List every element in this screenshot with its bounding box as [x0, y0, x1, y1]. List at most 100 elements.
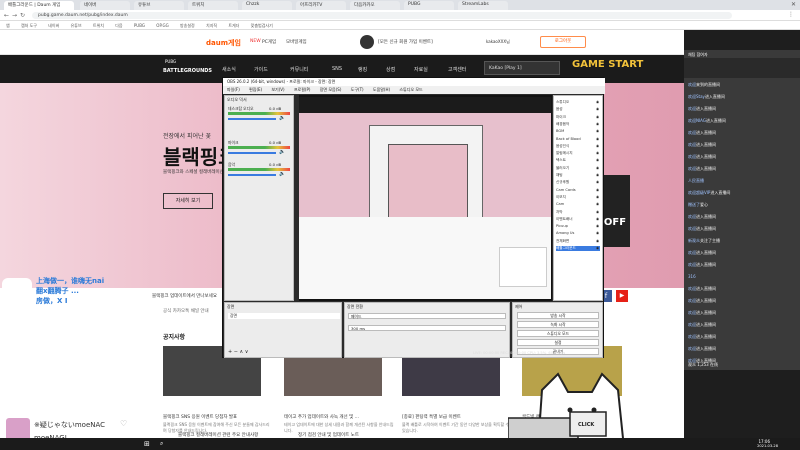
browser-tab[interactable]: 네이버 — [80, 1, 130, 10]
forward-arrow-icon[interactable]: → — [12, 12, 17, 19]
visibility-eye-icon[interactable]: ◉ — [596, 239, 599, 243]
visibility-eye-icon[interactable]: ◉ — [596, 231, 599, 235]
start-streaming-button[interactable]: 방송 시작 — [517, 312, 599, 319]
search-icon[interactable]: ⌕ — [160, 440, 163, 448]
notice-strip-text2[interactable]: 공식 카카오톡 채널 안내 — [163, 308, 209, 314]
chat-username[interactable]: 欢迎 — [688, 214, 696, 219]
visibility-eye-icon[interactable]: ◉ — [596, 202, 599, 206]
source-item[interactable]: 채팅 — [556, 173, 563, 178]
daum-logo[interactable]: daum게임 — [206, 38, 241, 48]
chat-username[interactable]: 欢迎 — [688, 298, 696, 303]
bookmark-item[interactable]: 트게더 — [228, 23, 239, 28]
settings-button[interactable]: 설정 — [517, 339, 599, 346]
notice-card-title[interactable]: [종료] 펀팅력 특별 보급 이벤트 — [402, 414, 512, 420]
source-item[interactable]: 블러오기 — [556, 166, 569, 171]
chat-username[interactable]: 欢迎 — [688, 154, 696, 159]
browser-tab-active[interactable]: 배틀그라운드 | Daum 게임 — [4, 1, 74, 10]
browser-tab[interactable]: Chzzk — [242, 1, 292, 10]
chat-username[interactable]: 欢迎 — [688, 310, 696, 315]
source-item[interactable]: Cam — [556, 202, 564, 206]
back-arrow-icon[interactable]: ← — [4, 12, 9, 19]
bookmark-item[interactable]: 캡처 도구 — [21, 23, 37, 28]
visibility-eye-icon[interactable]: ◉ — [596, 210, 599, 214]
chat-username[interactable]: 赠送了 — [688, 202, 700, 207]
visibility-eye-icon[interactable]: ◉ — [596, 137, 599, 141]
header-link-pc[interactable]: PC게임 — [262, 39, 276, 45]
browser-tab[interactable]: PUBG — [404, 1, 454, 10]
visibility-eye-icon[interactable]: ◉ — [596, 224, 599, 228]
bookmark-item[interactable]: 유튜브 — [71, 23, 82, 28]
notice-card-title[interactable]: 블랙핑크 SNS 응원 이벤트 당첨자 발표 — [163, 414, 273, 420]
visibility-eye-icon[interactable]: ◉ — [596, 195, 599, 199]
source-item[interactable]: 자막 — [556, 210, 563, 215]
start-recording-button[interactable]: 녹화 시작 — [517, 321, 599, 328]
url-input[interactable]: pubg.game.daum.net/pubg/index.daum — [32, 12, 732, 19]
obs-preview[interactable] — [299, 95, 552, 301]
chat-username[interactable]: 欢迎 — [688, 334, 696, 339]
source-item[interactable]: 마이크 — [556, 115, 566, 120]
volume-slider[interactable] — [228, 118, 276, 120]
source-item[interactable]: Back of Blood — [556, 137, 581, 141]
visibility-eye-icon[interactable]: ◉ — [596, 144, 599, 148]
hero-detail-button[interactable]: 자세히 보기 — [163, 193, 213, 209]
chat-username[interactable]: 欢迎 — [688, 346, 696, 351]
game-logo[interactable]: BATTLEGROUNDS — [163, 68, 212, 74]
chat-username[interactable]: 欢迎 — [688, 166, 696, 171]
volume-slider[interactable] — [228, 152, 276, 154]
chat-username[interactable]: 新观众 — [688, 238, 700, 243]
obs-menu-item[interactable]: 편집(E) — [249, 87, 262, 92]
obs-menu-item[interactable]: 도구(T) — [351, 87, 364, 92]
chat-username[interactable]: 316 — [688, 274, 696, 279]
promo-text[interactable]: [모든 신규 회원 가입 이벤트] — [378, 39, 433, 45]
source-item[interactable]: 스튜디오 — [556, 100, 569, 105]
nav-community[interactable]: 커뮤니티 — [290, 66, 308, 73]
obs-menu-item[interactable]: 파일(F) — [227, 87, 240, 92]
source-item[interactable]: 이모지 — [556, 195, 566, 200]
scene-item[interactable]: 장면 — [228, 313, 340, 319]
chat-username[interactable]: 人民直播 — [688, 178, 704, 183]
obs-menu-item[interactable]: 스튜디오 모드 — [399, 87, 422, 92]
windows-start-icon[interactable]: ⊞ — [144, 440, 150, 448]
source-item[interactable]: 신규후원 — [556, 180, 569, 185]
nav-news[interactable]: 새소식 — [222, 66, 236, 73]
youtube-icon[interactable]: ▶ — [616, 290, 628, 302]
source-item[interactable]: Picuup — [556, 224, 568, 228]
visibility-eye-icon[interactable]: ◉ — [596, 217, 599, 221]
visibility-eye-icon[interactable]: ◉ — [596, 107, 599, 111]
obs-menu-item[interactable]: 장면 모음(S) — [320, 87, 342, 92]
chat-username[interactable]: 欢迎Stay — [688, 94, 705, 99]
chat-username[interactable]: 欢迎 — [688, 322, 696, 327]
bookmark-item[interactable]: 치지직 — [206, 23, 217, 28]
chat-username[interactable]: 欢迎NIAG — [688, 118, 706, 123]
chat-username[interactable]: 欢迎 — [688, 130, 696, 135]
hero-offer-badge[interactable]: OFF — [600, 175, 630, 247]
logout-button[interactable]: 로그아웃 — [540, 36, 586, 48]
game-start-button[interactable]: GAME START — [572, 59, 643, 70]
source-item[interactable]: 이벤트배너 — [556, 217, 573, 222]
bookmark-item[interactable]: 앱 — [6, 23, 10, 28]
source-item[interactable]: 배틀그라운드 — [556, 246, 600, 251]
browser-tab[interactable]: 다음카카오 — [350, 1, 400, 10]
nav-download[interactable]: 자료실 — [414, 66, 428, 73]
chat-username[interactable]: 欢迎 — [688, 226, 696, 231]
bookmark-item[interactable]: OP.GG — [156, 23, 168, 28]
visibility-eye-icon[interactable]: ◉ — [596, 180, 599, 184]
source-item[interactable]: 음성 — [556, 107, 563, 112]
visibility-eye-icon[interactable]: ◉ — [596, 122, 599, 126]
nav-ranking[interactable]: 랭킹 — [358, 66, 367, 73]
visibility-eye-icon[interactable]: ◉ — [596, 158, 599, 162]
bookmark-item[interactable]: 트위치 — [93, 23, 104, 28]
chat-username[interactable]: 欢迎 — [688, 250, 696, 255]
browser-tab[interactable]: 유튜브 — [134, 1, 184, 10]
source-item[interactable]: 음성인식 — [556, 144, 569, 149]
source-item[interactable]: 배경음악 — [556, 122, 569, 127]
notice-strip-text[interactable]: 블랙핑크 업데이트에서 만나보세요 — [152, 293, 217, 299]
notice-card-title[interactable]: 테이고 추가 업데이트와 사녹 개선 및 ... — [284, 414, 394, 420]
bookmark-item[interactable]: 다음 — [115, 23, 122, 28]
reload-icon[interactable]: ↻ — [20, 12, 25, 19]
source-item[interactable]: Cam Cards — [556, 188, 576, 192]
source-item[interactable]: 전체화면 — [556, 239, 569, 244]
nav-sns[interactable]: SNS — [332, 66, 342, 72]
bookmark-item[interactable]: PUBG — [134, 23, 145, 28]
obs-menu-item[interactable]: 보기(V) — [271, 87, 284, 92]
